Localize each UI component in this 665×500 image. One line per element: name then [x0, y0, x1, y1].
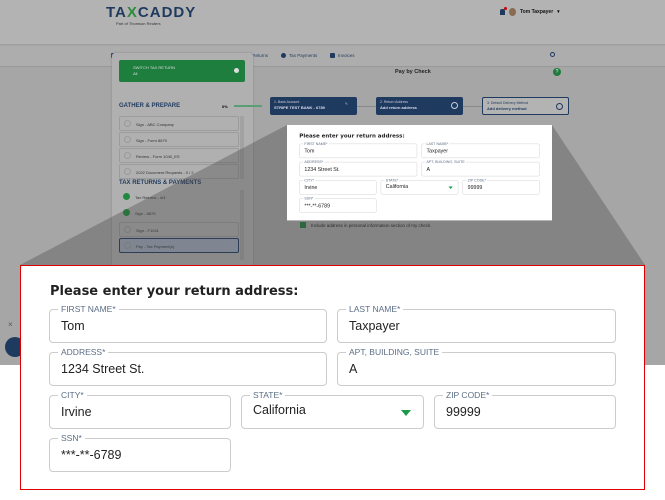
- field-value: Taxpayer: [349, 319, 400, 333]
- field-value: ***-**-6789: [61, 448, 122, 462]
- field-label: CITY*: [58, 390, 87, 400]
- ssn-field[interactable]: SSN* ***-**-6789: [49, 433, 231, 472]
- dropdown-arrow-icon: [401, 410, 411, 416]
- field-value: Taxpayer: [426, 147, 449, 154]
- field-value: A: [349, 362, 358, 376]
- last-name-field[interactable]: LAST NAME* Taxpayer: [337, 304, 616, 343]
- zip-field[interactable]: ZIP CODE* 99999: [434, 390, 616, 429]
- ssn-field[interactable]: SSN* ***-**-6789: [299, 196, 377, 213]
- form-heading: Please enter your return address:: [50, 284, 299, 299]
- field-value: Tom: [61, 319, 85, 333]
- city-field[interactable]: CITY* Irvine: [49, 390, 231, 429]
- field-value: Irvine: [61, 405, 92, 419]
- field-label: FIRST NAME*: [303, 141, 329, 146]
- field-value: Irvine: [304, 184, 318, 191]
- apt-field[interactable]: APT, BUILDING, SUITE A: [337, 347, 616, 386]
- field-label: STATE*: [384, 178, 400, 183]
- field-label: APT, BUILDING, SUITE: [346, 347, 443, 357]
- field-label: LAST NAME*: [346, 304, 404, 314]
- field-label: ZIP CODE*: [443, 390, 493, 400]
- form-heading: Please enter your return address:: [299, 132, 405, 139]
- zip-field[interactable]: ZIP CODE* 99999: [462, 178, 540, 195]
- field-value: California: [253, 403, 306, 417]
- field-value: 99999: [467, 184, 483, 191]
- field-label: LAST NAME*: [425, 141, 450, 146]
- address-field[interactable]: ADDRESS* 1234 Street St.: [299, 159, 418, 177]
- return-address-form-zoomed: Please enter your return address: FIRST …: [20, 265, 645, 490]
- field-label: ADDRESS*: [303, 159, 325, 165]
- field-label: APT, BUILDING, SUITE: [425, 159, 467, 165]
- field-value: 1234 Street St.: [61, 362, 145, 376]
- last-name-field[interactable]: LAST NAME* Taxpayer: [421, 141, 540, 159]
- field-value: 99999: [446, 405, 481, 419]
- field-value: ***-**-6789: [304, 202, 331, 209]
- field-label: SSN*: [58, 433, 85, 443]
- field-value: A: [426, 166, 431, 173]
- field-label: ADDRESS*: [58, 347, 109, 357]
- first-name-field[interactable]: FIRST NAME* Tom: [49, 304, 327, 343]
- first-name-field[interactable]: FIRST NAME* Tom: [299, 141, 418, 159]
- dropdown-arrow-icon: [448, 186, 453, 190]
- city-field[interactable]: CITY* Irvine: [299, 178, 377, 195]
- field-value: Tom: [304, 147, 315, 154]
- field-value: California: [385, 183, 409, 190]
- address-field[interactable]: ADDRESS* 1234 Street St.: [49, 347, 327, 386]
- return-address-form-small: Please enter your return address: FIRST …: [287, 125, 552, 223]
- field-label: CITY*: [303, 178, 316, 183]
- field-label: FIRST NAME*: [58, 304, 119, 314]
- field-label: SSN*: [303, 196, 315, 201]
- field-value: 1234 Street St.: [304, 166, 340, 173]
- field-label: ZIP CODE*: [466, 178, 488, 183]
- field-label: STATE*: [250, 390, 286, 400]
- apt-field[interactable]: APT, BUILDING, SUITE A: [421, 159, 540, 177]
- state-select[interactable]: STATE* California: [380, 178, 459, 195]
- state-select[interactable]: STATE* California: [241, 390, 424, 429]
